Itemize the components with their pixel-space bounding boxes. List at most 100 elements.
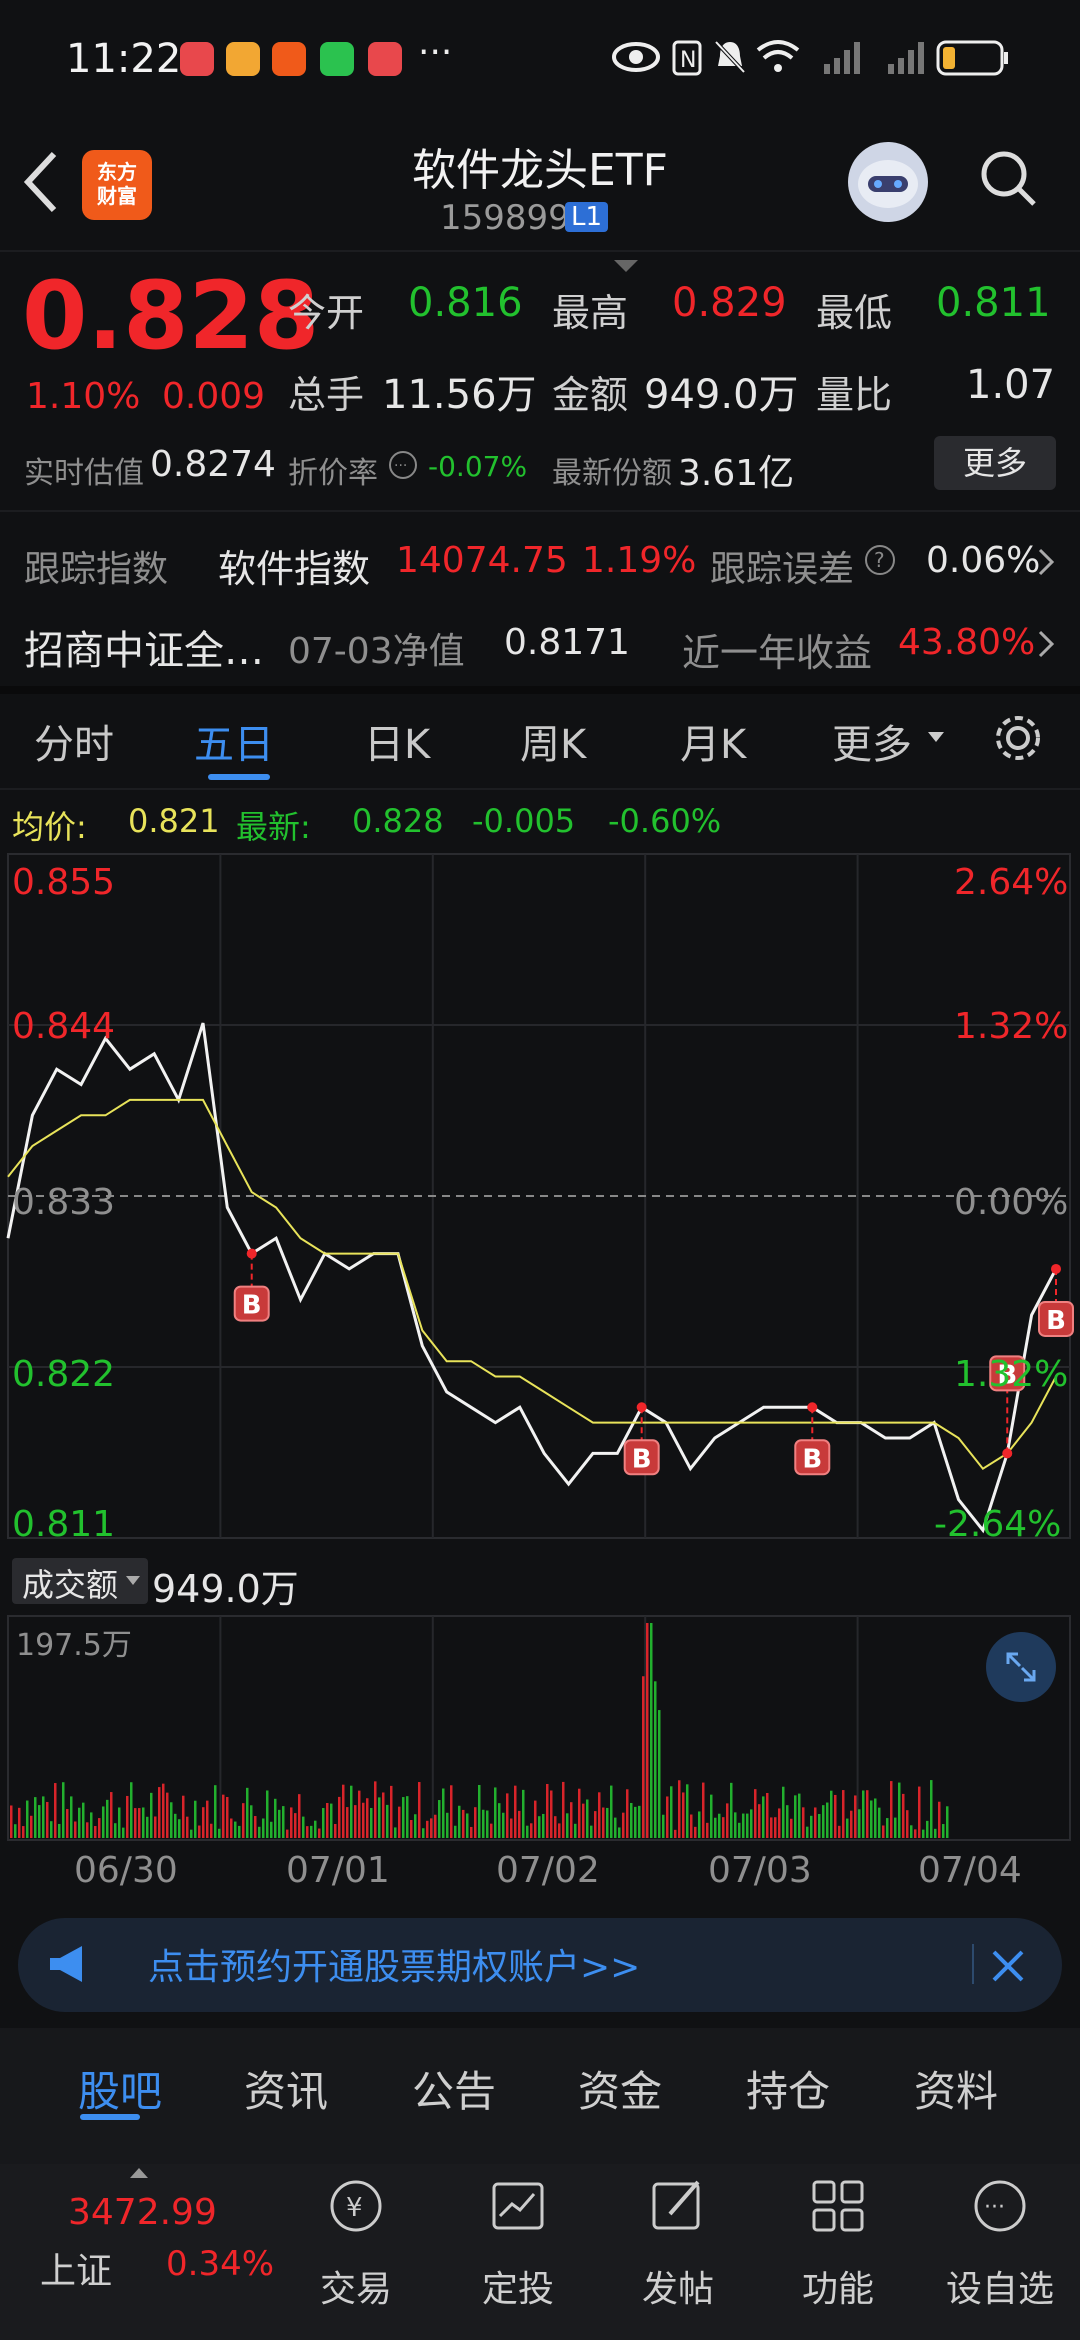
caret-down-icon <box>928 732 944 742</box>
volume-bar <box>922 1829 925 1838</box>
volume-bar <box>402 1797 405 1838</box>
market-index-pct[interactable]: 0.34% <box>166 2244 274 2284</box>
volume-bar <box>578 1788 581 1838</box>
volume-bar <box>830 1790 833 1838</box>
volume-bar <box>90 1812 93 1838</box>
volume-bar <box>318 1828 321 1838</box>
signal-icon <box>824 42 860 74</box>
volume-bar <box>538 1816 541 1838</box>
volume-chart <box>7 1615 1071 1841</box>
discount-label: 折价率 <box>288 456 378 491</box>
volume-bar <box>378 1797 381 1838</box>
volume-bar <box>126 1795 129 1838</box>
close-icon[interactable] <box>990 1948 1026 1984</box>
more-notifications: ··· <box>418 32 453 73</box>
volume-bar <box>218 1828 221 1838</box>
volume-bar <box>690 1814 693 1838</box>
tab-five-day[interactable]: 五日 <box>194 712 274 770</box>
nav-investment-plan[interactable]: 定投 <box>458 2260 578 2312</box>
volume-bar <box>934 1828 937 1838</box>
tracking-error-value: 0.06% <box>926 540 1041 581</box>
tab-announcements[interactable]: 公告 <box>412 2058 496 2119</box>
divider <box>0 788 1080 790</box>
buy-marker-dot <box>1051 1263 1061 1274</box>
volume-bar <box>926 1820 929 1838</box>
volume-bar <box>362 1802 365 1838</box>
settings-gear-icon[interactable] <box>992 712 1044 764</box>
volume-bar <box>594 1811 597 1838</box>
compose-icon[interactable] <box>648 2176 708 2236</box>
volume-bar <box>598 1792 601 1838</box>
volume-bar <box>142 1807 145 1838</box>
volume-bar <box>238 1825 241 1838</box>
volume-bar <box>294 1813 297 1838</box>
tab-news[interactable]: 资讯 <box>244 2058 328 2119</box>
volume-bar <box>910 1825 913 1838</box>
stock-code[interactable]: 159899 <box>440 198 570 238</box>
price-chart[interactable]: BB BBB <box>0 850 1080 1550</box>
iopv-label: 实时估值 <box>24 456 144 491</box>
volume-bar <box>330 1803 333 1838</box>
volume-bar <box>490 1823 493 1838</box>
volume-bar <box>858 1809 861 1838</box>
nav-functions[interactable]: 功能 <box>778 2260 898 2312</box>
nav-trade[interactable]: 交易 <box>296 2260 416 2312</box>
status-time: 11:22 <box>66 36 182 82</box>
volume-bar <box>818 1814 821 1838</box>
volume-bar <box>914 1829 917 1838</box>
volume-bar <box>370 1807 373 1838</box>
volume-bar <box>890 1781 893 1838</box>
y-tick-label: 0.833 <box>12 1182 116 1223</box>
chevron-right-icon[interactable] <box>1036 548 1056 576</box>
tab-capital[interactable]: 资金 <box>578 2058 662 2119</box>
volume-bar <box>206 1800 209 1838</box>
investment-plan-icon[interactable] <box>488 2176 548 2236</box>
market-index-value[interactable]: 3472.99 <box>68 2192 217 2233</box>
tab-forum[interactable]: 股吧 <box>78 2058 162 2119</box>
volume-bar <box>826 1802 829 1838</box>
add-watchlist-icon[interactable]: ··· <box>970 2176 1030 2236</box>
volume-bar <box>306 1826 309 1838</box>
nav-post[interactable]: 发帖 <box>618 2260 738 2312</box>
volume-selector[interactable]: 成交额 <box>12 1558 148 1604</box>
chevron-down-icon[interactable] <box>614 260 638 274</box>
tab-weekly-k[interactable]: 周K <box>520 712 586 770</box>
tab-daily-k[interactable]: 日K <box>364 712 430 770</box>
level-badge[interactable]: L1 <box>565 202 609 232</box>
grid-functions-icon[interactable] <box>808 2176 868 2236</box>
chevron-right-icon[interactable] <box>1036 630 1056 658</box>
volume-bar <box>178 1819 181 1838</box>
svg-text:¥: ¥ <box>346 2193 363 2223</box>
volume-bar <box>494 1787 497 1838</box>
volume-bar <box>458 1805 461 1838</box>
volume-bar <box>838 1825 841 1838</box>
volume-bar <box>846 1818 849 1838</box>
volume-bar <box>94 1826 97 1838</box>
banner-text[interactable]: 点击预约开通股票期权账户>> <box>148 1938 640 1990</box>
tab-timeshare[interactable]: 分时 <box>34 712 114 770</box>
info-icon[interactable]: ··· <box>388 450 418 480</box>
tab-holdings[interactable]: 持仓 <box>746 2058 830 2119</box>
volume-bar <box>106 1799 109 1838</box>
expand-button[interactable] <box>986 1632 1056 1702</box>
x-tick-label: 07/03 <box>708 1850 812 1891</box>
volume-bar <box>514 1785 517 1838</box>
volume-bar <box>186 1816 189 1838</box>
tab-monthly-k[interactable]: 月K <box>680 712 746 770</box>
more-button[interactable]: 更多 <box>934 436 1056 490</box>
volume-bar <box>878 1807 881 1838</box>
search-icon[interactable] <box>980 150 1036 206</box>
volume-bar <box>138 1808 141 1838</box>
market-index-name[interactable]: 上证 <box>40 2242 112 2294</box>
nav-add-watchlist[interactable]: 设自选 <box>940 2260 1060 2312</box>
tab-more[interactable]: 更多 <box>832 712 912 770</box>
y-tick-label: 0.855 <box>12 862 116 903</box>
volume-bar <box>42 1796 45 1838</box>
volume-bar <box>666 1796 669 1838</box>
volume-bar <box>314 1820 317 1838</box>
help-icon[interactable]: ? <box>864 544 896 576</box>
latest-label: 最新: <box>236 808 311 846</box>
assistant-avatar[interactable] <box>848 142 928 222</box>
tab-profile[interactable]: 资料 <box>914 2058 998 2119</box>
trade-icon[interactable]: ¥ <box>326 2176 386 2236</box>
